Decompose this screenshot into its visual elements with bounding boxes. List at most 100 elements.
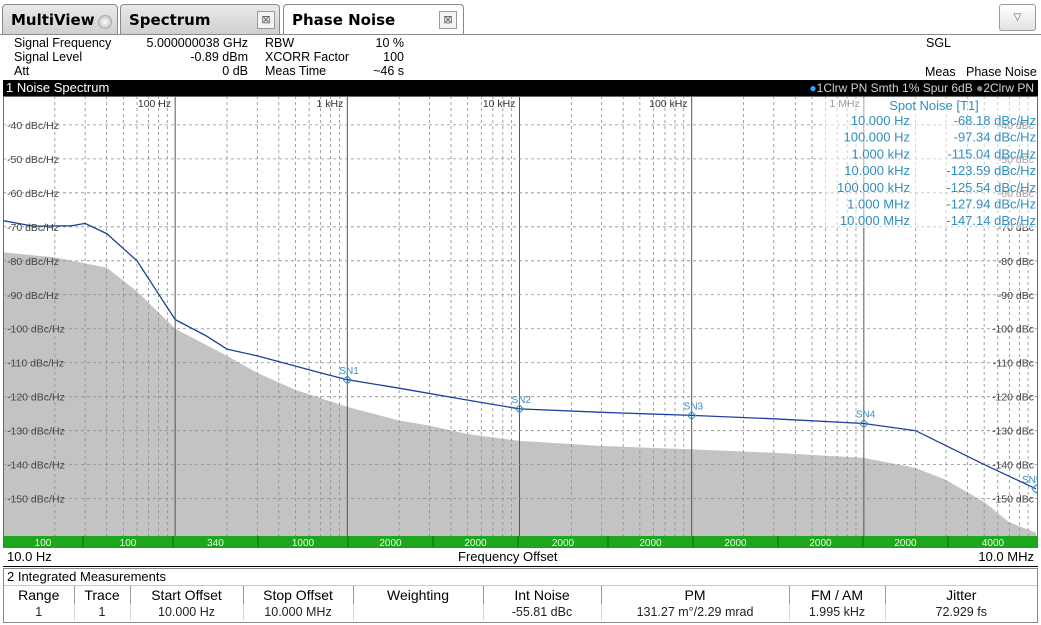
y-tick-label-left: -40 dBc/Hz [7,120,59,132]
col-stop-offset: Stop Offset [243,586,354,604]
signal-frequency-label: Signal Frequency [14,36,112,50]
spot-noise-offset: 100.000 Hz [844,130,911,145]
cell-pm: 131.27 m°/2.29 mrad [601,604,790,620]
window2-title: 2 Integrated Measurements [4,569,1037,586]
cell-stop-offset: 10.000 MHz [243,604,354,620]
col-range: Range [4,586,75,604]
y-tick-label-right: -100 dBc [992,324,1034,336]
spot-marker-label: SN1 [339,366,359,377]
spot-noise-offset: 1.000 MHz [847,197,910,212]
cell-weighting [353,604,484,620]
y-tick-label-right: -110 dBc [993,358,1034,370]
y-tick-label-right: -90 dBc [998,290,1034,302]
meas-value: Phase Noise [966,65,1037,79]
y-tick-label-right: -130 dBc [992,426,1034,438]
cell-fm-am: 1.995 kHz [789,604,886,620]
y-tick-label-right: -80 dBc [998,256,1034,268]
cell-trace: 1 [74,604,131,620]
rbw-bar-label: 2000 [809,538,832,548]
spot-noise-value: -97.34 dBc/Hz [954,130,1036,145]
rbw-bar-label: 340 [207,538,224,548]
cell-range: 1 [4,604,75,620]
integrated-measurements-window: 2 Integrated Measurements Range Trace St… [3,568,1038,623]
rbw-bar-label: 1000 [292,538,315,548]
rbw-label: RBW [265,36,295,50]
y-tick-label-left: -70 dBc/Hz [7,222,59,234]
integrated-measurements-table: Range Trace Start Offset Stop Offset Wei… [4,586,1037,620]
att-value: 0 dB [222,64,248,78]
rbw-bar-label: 2000 [552,538,575,548]
rbw-bar-label: 4000 [982,538,1005,548]
x-decade-label: 1 kHz [316,98,343,110]
trace2-legend: 2Clrw PN [983,81,1034,95]
trace1-legend: 1Clrw PN Smth 1% Spur 6dB [816,81,973,95]
spot-noise-value: -123.59 dBc/Hz [946,163,1036,178]
y-tick-label-right: -120 dBc [992,392,1034,404]
x-start-label: 10.0 Hz [7,549,52,564]
y-tick-label-left: -120 dBc/Hz [7,392,65,404]
meas-time-value: ~46 s [373,64,404,78]
meas-label: Meas [925,65,956,79]
tab-multiview-label: MultiView [11,11,95,29]
cell-start-offset: 10.000 Hz [130,604,244,620]
tab-spectrum[interactable]: Spectrum ⊠ [120,4,280,35]
rbw-bar-label: 100 [35,538,52,548]
y-tick-label-left: -130 dBc/Hz [7,426,65,438]
signal-level-value: -0.89 dBm [190,50,248,64]
spot-noise-value: -68.18 dBc/Hz [954,113,1036,128]
spot-noise-offset: 100.000 kHz [837,180,910,195]
spot-noise-offset: 10.000 kHz [844,163,910,178]
table-row[interactable]: 1 1 10.000 Hz 10.000 MHz -55.81 dBc 131.… [4,604,1037,620]
cell-int-noise: -55.81 dBc [483,604,602,620]
col-jitter: Jitter [946,587,977,603]
rbw-bar [3,536,1038,548]
signal-frequency-value: 5.000000038 GHz [146,36,248,50]
col-trace: Trace [74,586,131,604]
att-label: Att [14,64,30,78]
spot-marker-label: SN3 [684,402,704,413]
tab-multiview[interactable]: MultiView [2,4,118,35]
close-icon[interactable]: ⊠ [439,11,457,29]
x-decade-label: 100 kHz [649,98,688,110]
spot-noise-value: -127.94 dBc/Hz [946,197,1036,212]
meas-time-label: Meas Time [265,64,327,78]
spot-noise-value: -125.54 dBc/Hz [946,180,1036,195]
rbw-bar-label: 100 [120,538,137,548]
x-stop-label: 10.0 MHz [978,549,1034,564]
y-tick-label-left: -110 dBc/Hz [7,358,64,370]
spot-noise-value: -115.04 dBc/Hz [947,146,1036,161]
spot-marker-label: SN5 [1022,475,1038,486]
close-icon[interactable]: ⊠ [257,11,275,29]
y-tick-label-left: -80 dBc/Hz [7,256,59,268]
col-weighting: Weighting [353,586,484,604]
cell-jitter: 72.929 fs [935,605,987,619]
tab-dropdown-button[interactable]: ▽ [999,4,1036,31]
sgl-indicator: SGL [926,36,952,50]
spot-noise-value: -147.14 dBc/Hz [946,213,1036,228]
col-pm: PM [601,586,790,604]
spot-noise-offset: 10.000 MHz [840,213,910,228]
tab-phase-noise[interactable]: Phase Noise ⊠ [283,4,464,35]
rbw-bar-label: 2000 [464,538,487,548]
tab-spectrum-label: Spectrum [129,11,211,29]
y-tick-label-left: -140 dBc/Hz [7,460,65,472]
col-fm-am: FM / AM [789,586,886,604]
spot-marker-label: SN4 [856,410,876,421]
x-decade-label: 100 Hz [138,98,171,110]
rbw-bar-label: 2000 [379,538,402,548]
xcorr-value: 100 [383,50,404,64]
multiview-icon [98,15,112,29]
trace-legend: ●1Clrw PN Smth 1% Spur 6dB ●2Clrw PN [809,81,1034,95]
frequency-axis-row: 10.0 Hz Frequency Offset 10.0 MHz [3,548,1038,566]
y-tick-label-left: -60 dBc/Hz [7,188,59,200]
y-tick-label-left: -90 dBc/Hz [7,290,59,302]
phase-noise-plot[interactable]: -40 dBc/Hz -50 dBc/Hz -60 dBc/Hz -70 dBc/Hz… [3,96,1038,548]
noise-spectrum-title-bar: 1 Noise Spectrum ●1Clrw PN Smth 1% Spur … [3,80,1038,96]
spot-noise-offset: 1.000 kHz [851,146,910,161]
table-header-row: Range Trace Start Offset Stop Offset Wei… [4,586,1037,604]
y-tick-label-right: -140 dBc [992,460,1034,472]
measurement-info: Signal Frequency 5.000000038 GHz Signal … [0,35,1041,80]
spot-noise-offset: 10.000 Hz [851,113,910,128]
spot-noise-title: Spot Noise [T1] [889,98,979,113]
rbw-bar-label: 2000 [894,538,917,548]
